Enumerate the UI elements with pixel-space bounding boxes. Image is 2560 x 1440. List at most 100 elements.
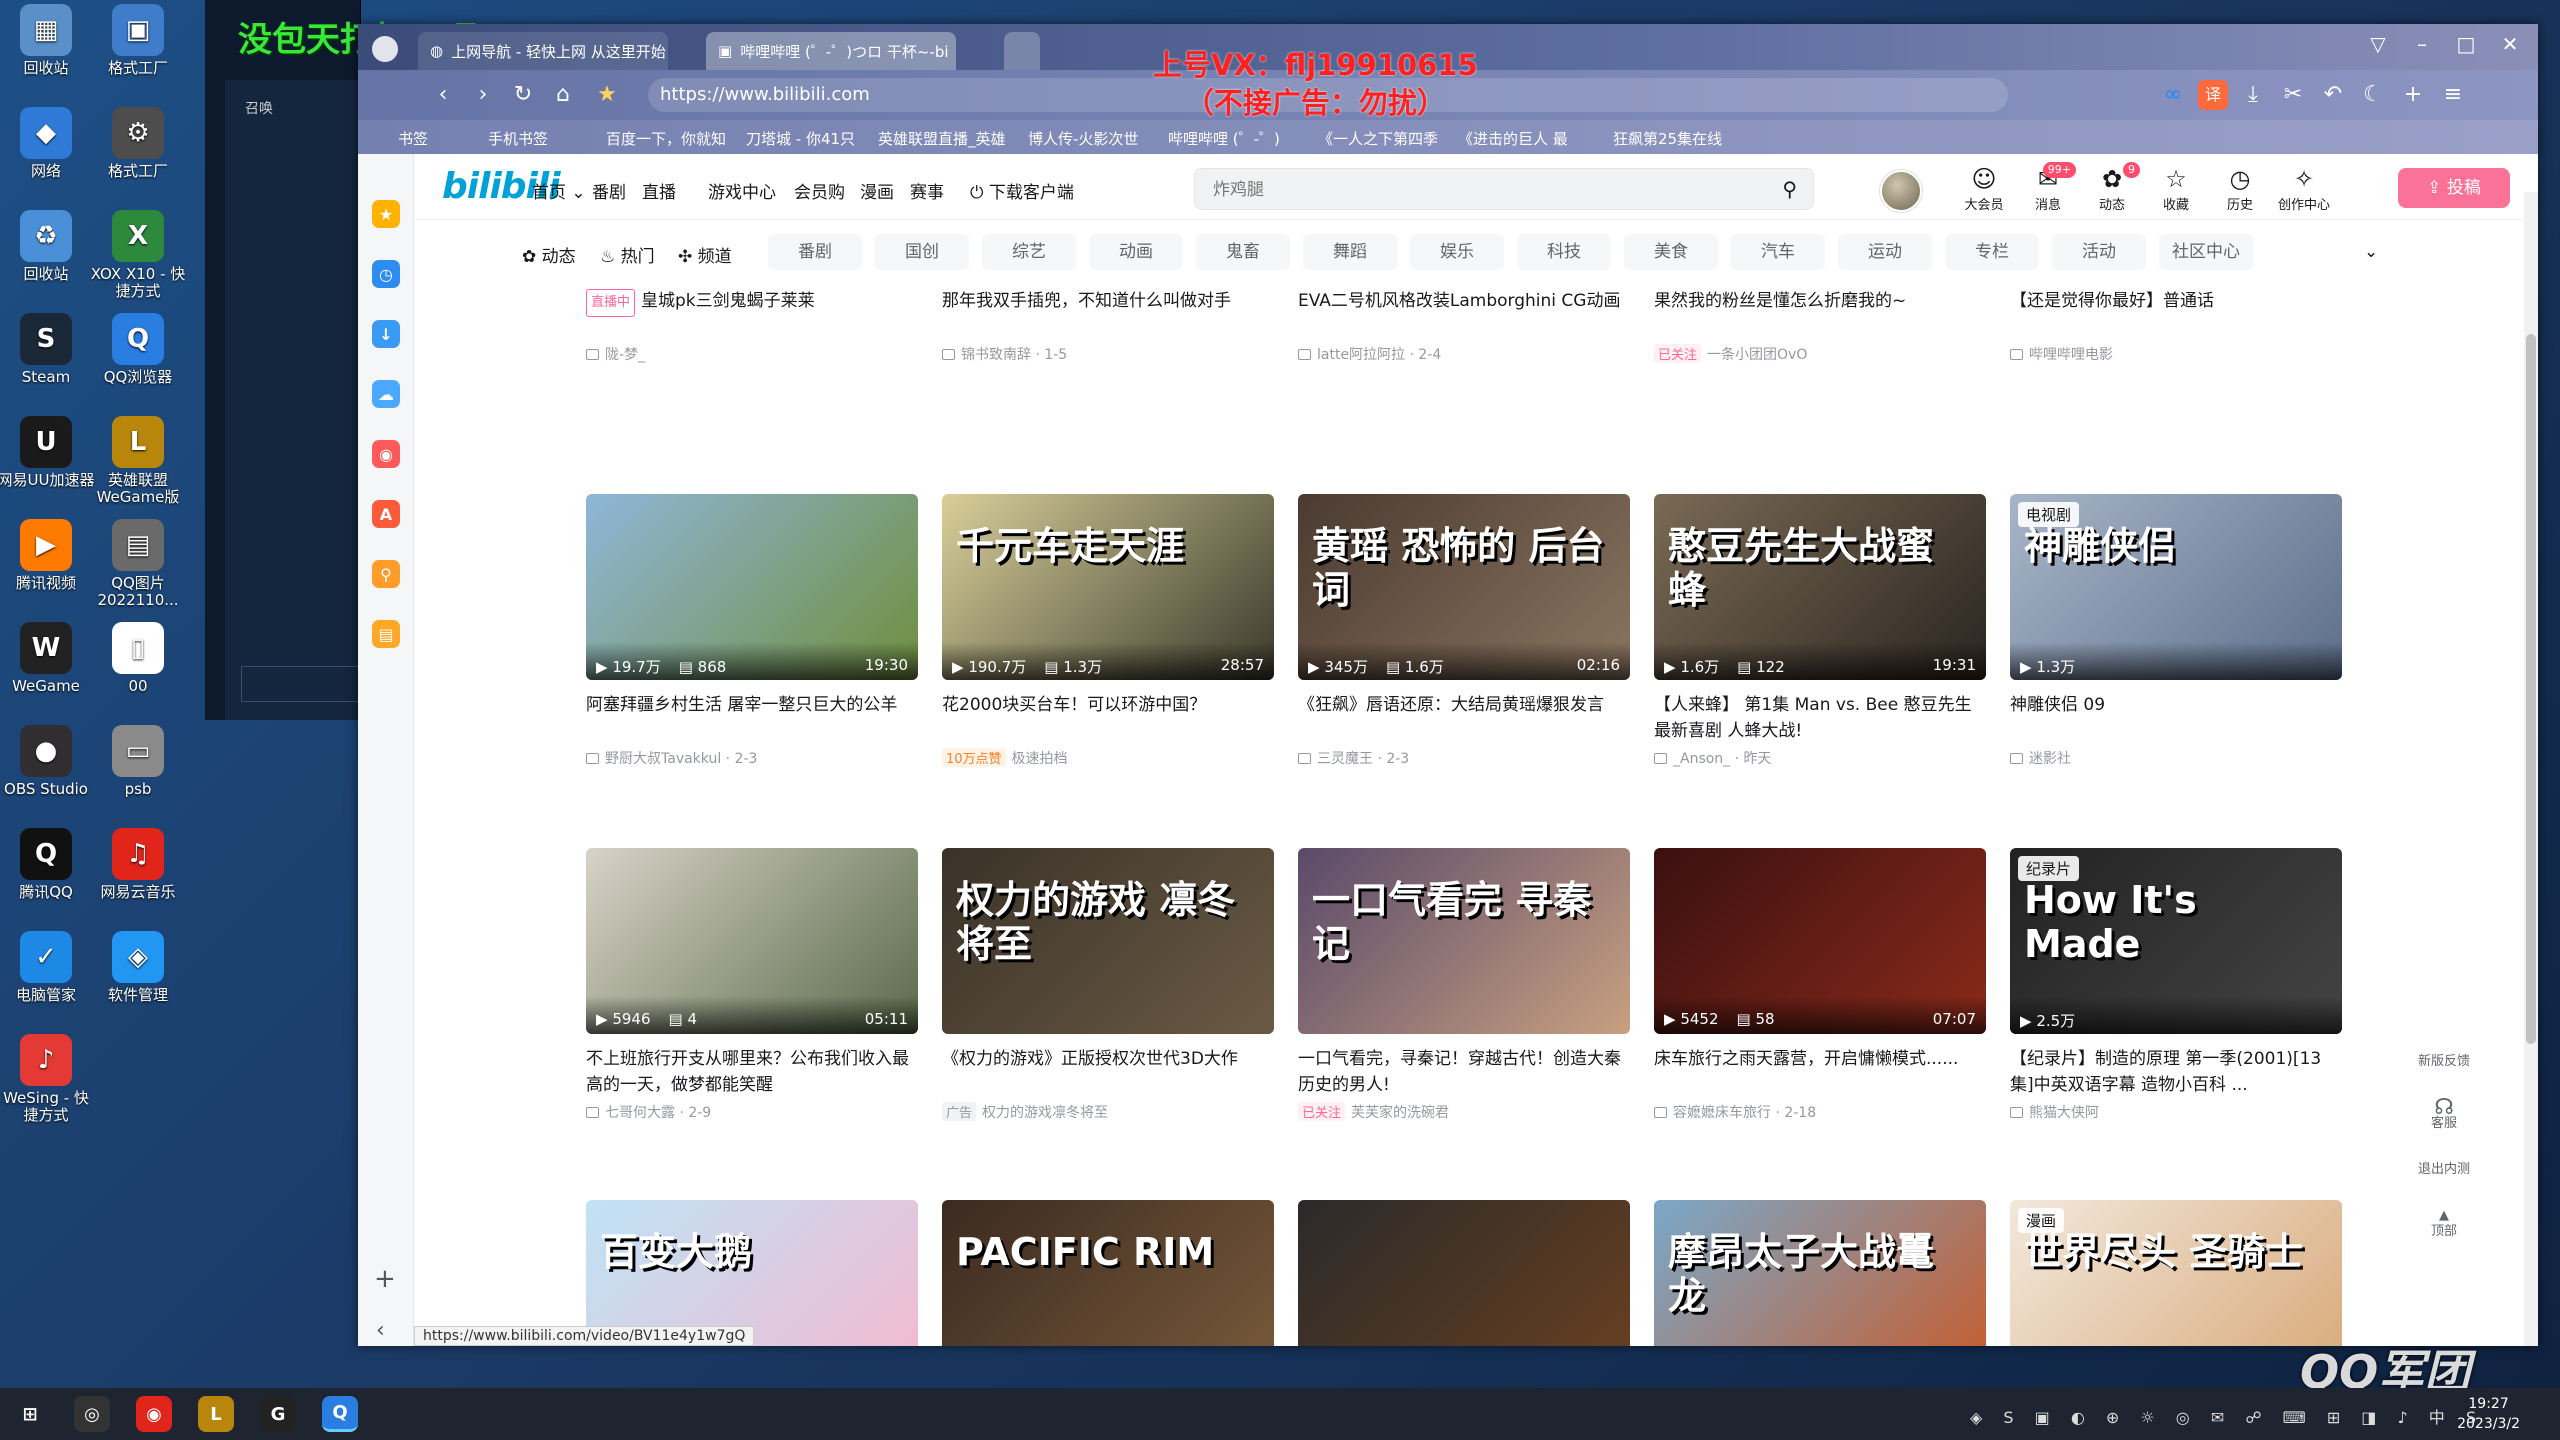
feedback-button[interactable]: 新版反馈: [2414, 1054, 2474, 1070]
sidebar-add-icon[interactable]: +: [374, 1264, 396, 1294]
uploader-name[interactable]: 极速拍档: [1012, 751, 1068, 767]
search-input[interactable]: [1213, 178, 1733, 202]
video-card[interactable]: ▶ 19.7万 ▤ 868 19:30 阿塞拜疆乡村生活 屠宰一整只巨大的公羊 野厨大叔…: [586, 494, 918, 768]
channel-chip[interactable]: 汽车: [1731, 234, 1825, 270]
video-title[interactable]: 【还是觉得你最好】普通话: [2010, 288, 2342, 340]
video-title[interactable]: 神雕侠侣 09: [2010, 692, 2342, 744]
video-card[interactable]: 【还是觉得你最好】普通话哔哩哔哩电影: [2010, 288, 2342, 364]
uploader-name[interactable]: 容嬷嬷床车旅行 · 2-18: [1673, 1105, 1816, 1121]
skin-icon[interactable]: ▽: [2358, 32, 2398, 56]
clock[interactable]: 19:27 2023/3/2: [2457, 1394, 2520, 1434]
video-thumbnail[interactable]: 一口气看完 寻秦记: [1298, 848, 1630, 1034]
bookmark-item[interactable]: 刀塔城 - 你41只: [746, 128, 855, 149]
reload-icon[interactable]: ↻: [508, 80, 538, 110]
desktop-icon[interactable]: S Steam: [0, 313, 96, 386]
bookmark-item[interactable]: 手机书签: [488, 128, 548, 149]
search-box[interactable]: ⚲: [1194, 168, 1814, 210]
video-title[interactable]: 不上班旅行开支从哪里来？公布我们收入最高的一天，做梦都能笑醒: [586, 1046, 918, 1098]
uploader-name[interactable]: 陇-梦_: [605, 347, 645, 363]
uploader-name[interactable]: 三灵魔王 · 2-3: [1317, 751, 1409, 767]
video-card[interactable]: 憨豆先生大战蜜蜂 ▶ 1.6万 ▤ 122 19:31 【人来蜂】 第1集 Man vs…: [1654, 494, 1986, 768]
video-card[interactable]: 直播中 皇城pk三剑鬼蝎子莱莱陇-梦_: [586, 288, 918, 364]
desktop-icon[interactable]: W WeGame: [0, 622, 96, 695]
add-icon[interactable]: +: [2398, 80, 2428, 110]
sidebar-search-icon[interactable]: ⚲: [372, 560, 400, 588]
sidebar-collapse-icon[interactable]: ‹: [376, 1318, 385, 1343]
download-icon[interactable]: ⤓: [2238, 80, 2268, 110]
taskbar-app-icon[interactable]: ⊞: [12, 1396, 48, 1432]
video-thumbnail[interactable]: PACIFIC RIM▶ 7.9万▤ 8204:56: [942, 1200, 1274, 1346]
desktop-icon[interactable]: ▯ 00: [88, 622, 188, 695]
video-thumbnail[interactable]: 憨豆先生大战蜜蜂 ▶ 1.6万 ▤ 122 19:31: [1654, 494, 1986, 680]
header-icon-1[interactable]: ✉ 消息 99+: [2018, 162, 2078, 213]
video-title[interactable]: 【纪录片】制造的原理 第一季(2001)[13集]中英双语字幕 造物小百科 ..…: [2010, 1046, 2342, 1098]
channel-hot[interactable]: ♨ 热门: [600, 242, 655, 267]
video-card[interactable]: 黄瑶 恐怖的 后台词 ▶ 345万 ▤ 1.6万 02:16 《狂飙》唇语还原：大结局黄…: [1298, 494, 1630, 768]
desktop-icon[interactable]: Q QQ浏览器: [88, 313, 188, 386]
uploader-name[interactable]: 锦书致南辞 · 1-5: [961, 347, 1067, 363]
tab-bilibili[interactable]: ▣ 哔哩哔哩 (゜-゜)つロ 干杯~-bi ✕: [706, 32, 956, 70]
close-window-icon[interactable]: ✕: [2490, 32, 2530, 56]
channel-chip[interactable]: 国创: [875, 234, 969, 270]
background-window-field[interactable]: [241, 666, 361, 702]
video-thumbnail[interactable]: ▶ 19.7万 ▤ 868 19:30: [586, 494, 918, 680]
undo-icon[interactable]: ↶: [2318, 80, 2348, 110]
sidebar-download-icon[interactable]: ↓: [372, 320, 400, 348]
video-card[interactable]: ▶ 6.3万▤ 47016:68: [1298, 1200, 1630, 1346]
nav-item[interactable]: 直播: [642, 178, 676, 203]
upload-button[interactable]: ⇪ 投稿: [2398, 168, 2510, 208]
minimize-icon[interactable]: –: [2402, 32, 2442, 56]
video-title[interactable]: 《权力的游戏》正版授权次世代3D大作: [942, 1046, 1274, 1098]
video-thumbnail[interactable]: 神雕侠侣 电视剧 ▶ 1.3万: [2010, 494, 2342, 680]
uploader-name[interactable]: 哔哩哔哩电影: [2029, 347, 2113, 363]
uploader-name[interactable]: 迷影社: [2029, 751, 2071, 767]
search-icon[interactable]: ⚲: [1782, 177, 1797, 201]
desktop-icon[interactable]: X XOX X10 - 快捷方式: [88, 210, 188, 300]
video-card[interactable]: 千元车走天涯 ▶ 190.7万 ▤ 1.3万 28:57 花2000块买台车！可以环游中…: [942, 494, 1274, 768]
star-icon[interactable]: ★: [592, 80, 622, 110]
video-card[interactable]: 权力的游戏 凛冬将至 《权力的游戏》正版授权次世代3D大作 广告 权力的游戏凛冬将至: [942, 848, 1274, 1122]
video-card[interactable]: 摩昂太子大战鼍龙▶ 17.1万▤ 107814:00: [1654, 1200, 1986, 1346]
night-mode-icon[interactable]: ☾: [2358, 80, 2388, 110]
desktop-icon[interactable]: ⚙ 格式工厂: [88, 107, 188, 180]
exit-beta-button[interactable]: 退出内测: [2414, 1162, 2474, 1178]
chevron-down-icon[interactable]: ⌄: [2364, 242, 2378, 262]
desktop-icon[interactable]: ◈ 软件管理: [88, 931, 188, 1004]
taskbar-app-icon[interactable]: L: [198, 1396, 234, 1432]
header-icon-3[interactable]: ☆ 收藏: [2146, 164, 2206, 213]
desktop-icon[interactable]: ▶ 腾讯视频: [0, 519, 96, 592]
back-icon[interactable]: ‹: [428, 80, 458, 110]
header-icon-5[interactable]: ✧ 创作中心: [2274, 164, 2334, 213]
taskbar-app-icon[interactable]: ◉: [136, 1396, 172, 1432]
video-title[interactable]: 床车旅行之雨天露营，开启慵懒模式......: [1654, 1046, 1986, 1098]
video-title[interactable]: EVA二号机风格改装Lamborghini CG动画: [1298, 288, 1630, 340]
video-title[interactable]: 阿塞拜疆乡村生活 屠宰一整只巨大的公羊: [586, 692, 918, 744]
video-thumbnail[interactable]: 千元车走天涯 ▶ 190.7万 ▤ 1.3万 28:57: [942, 494, 1274, 680]
translate-icon[interactable]: 译: [2198, 80, 2228, 110]
video-card[interactable]: ▶ 5452 ▤ 58 07:07 床车旅行之雨天露营，开启慵懒模式...... 容嬷嬷…: [1654, 848, 1986, 1122]
sidebar-pdf-icon[interactable]: A: [372, 500, 400, 528]
desktop-icon[interactable]: ◆ 网络: [0, 107, 96, 180]
sidebar-favorites-icon[interactable]: ★: [372, 200, 400, 228]
back-to-top-button[interactable]: ▲ 顶部: [2414, 1208, 2474, 1240]
channel-channels[interactable]: ✣ 频道: [678, 242, 732, 267]
desktop-icon[interactable]: L 英雄联盟WeGame版: [88, 416, 188, 506]
video-title[interactable]: 直播中 皇城pk三剑鬼蝎子莱莱: [586, 288, 918, 340]
video-thumbnail[interactable]: ▶ 5946 ▤ 4 05:11: [586, 848, 918, 1034]
channel-chip[interactable]: 运动: [1838, 234, 1932, 270]
sidebar-history-icon[interactable]: ◷: [372, 260, 400, 288]
sidebar-notes-icon[interactable]: ▤: [372, 620, 400, 648]
channel-chip[interactable]: 科技: [1517, 234, 1611, 270]
bookmark-item[interactable]: 书签: [398, 128, 428, 149]
desktop-icon[interactable]: ● OBS Studio: [0, 725, 96, 798]
video-thumbnail[interactable]: 世界尽头 圣骑士 漫画: [2010, 1200, 2342, 1346]
nav-item[interactable]: 会员购: [794, 178, 845, 203]
desktop-icon[interactable]: ▣ 格式工厂: [88, 4, 188, 77]
desktop-icon[interactable]: ♪ WeSing - 快捷方式: [0, 1034, 96, 1124]
channel-chip[interactable]: 综艺: [982, 234, 1076, 270]
nav-item[interactable]: 游戏中心: [708, 178, 776, 203]
video-card[interactable]: 世界尽头 圣骑士 漫画: [2010, 1200, 2342, 1346]
scrollbar-thumb[interactable]: [2526, 334, 2536, 1044]
new-tab-button[interactable]: [1004, 32, 1040, 70]
channel-dynamic[interactable]: ✿ 动态: [522, 242, 576, 267]
